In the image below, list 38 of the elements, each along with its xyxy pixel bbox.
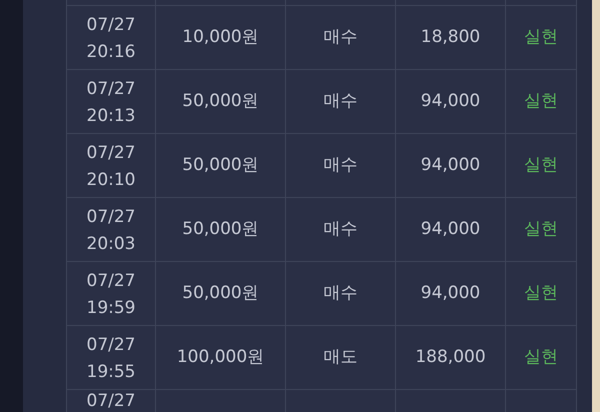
price-cell-text: 94,000 [420, 90, 480, 113]
price-cell-text: 94,000 [420, 282, 480, 305]
trade-date: 07/27 [86, 14, 136, 36]
trade-side-cell-text: 매수 [324, 26, 358, 49]
price-cell-text: 94,000 [420, 154, 480, 177]
price-cell-text: 94,000 [420, 218, 480, 241]
trade-time: 20:03 [86, 232, 136, 256]
trade-side-cell-text: 매도 [324, 346, 358, 369]
scrollbar[interactable] [592, 0, 600, 412]
trade-time: 19:55 [86, 360, 136, 384]
trade-date: 07/27 [86, 142, 136, 164]
trade-date: 07/27 [86, 334, 136, 356]
trade-date: 07/27 [86, 391, 136, 411]
amount-cell-text: 50,000원 [182, 90, 259, 113]
trade-time: 20:16 [86, 40, 136, 64]
trade-side-cell-text: 매수 [324, 154, 358, 177]
trade-side-cell-text: 매수 [324, 218, 358, 241]
amount-cell-text: 100,000원 [176, 346, 264, 369]
status-cell-text: 실현 [524, 90, 558, 113]
status-cell-text: 실현 [524, 346, 558, 369]
price-cell-text: 18,800 [420, 26, 480, 49]
amount-cell-text: 50,000원 [182, 218, 259, 241]
price-cell-text: 188,000 [415, 346, 486, 369]
trade-date: 07/27 [86, 270, 136, 292]
amount-cell-text: 50,000원 [182, 282, 259, 305]
status-cell-text: 실현 [524, 26, 558, 49]
trade-date: 07/27 [86, 206, 136, 228]
status-cell-text: 실현 [524, 282, 558, 305]
amount-cell-text: 10,000원 [182, 26, 259, 49]
status-cell-text: 실현 [524, 154, 558, 177]
status-cell-text: 실현 [524, 218, 558, 241]
trade-time: 20:10 [86, 168, 136, 192]
trade-date: 07/27 [86, 78, 136, 100]
amount-cell-text: 50,000원 [182, 154, 259, 177]
trade-side-cell-text: 매수 [324, 90, 358, 113]
trade-time: 20:13 [86, 104, 136, 128]
trade-time: 19:59 [86, 296, 136, 320]
trade-side-cell-text: 매수 [324, 282, 358, 305]
